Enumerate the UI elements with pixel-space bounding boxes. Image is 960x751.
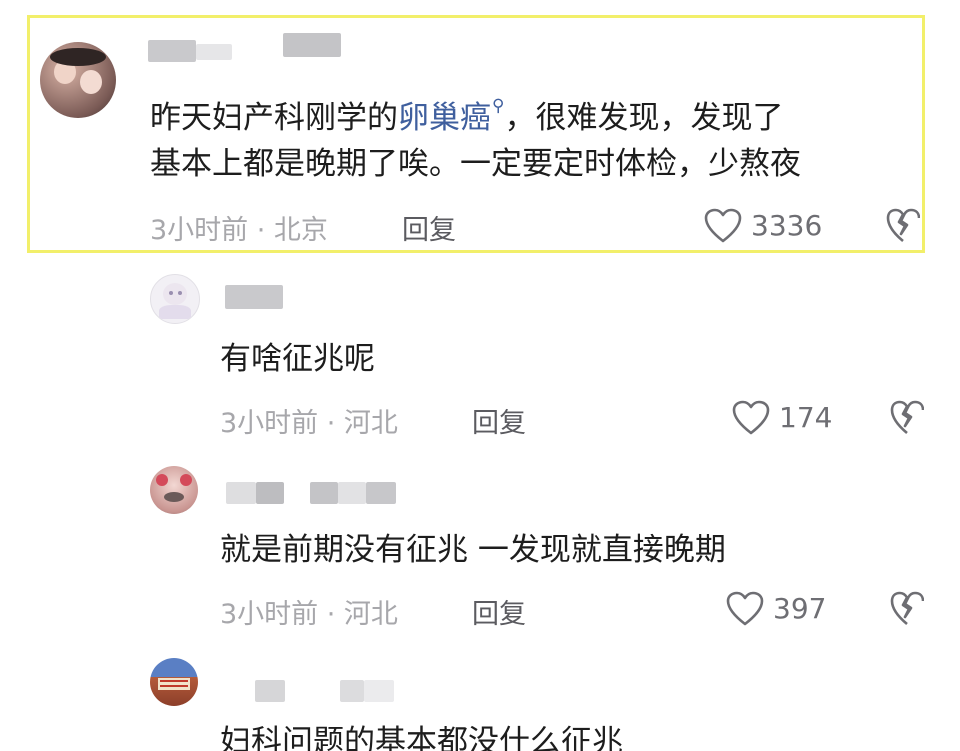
- avatar[interactable]: [150, 658, 198, 706]
- comment-text-line2: 基本上都是晚期了唉。一定要定时体检，少熬夜: [150, 146, 801, 182]
- like-count: 174: [779, 401, 833, 434]
- avatar[interactable]: [40, 42, 116, 118]
- username-redacted: [338, 482, 366, 504]
- comment-meta: 3小时前 · 河北: [220, 599, 398, 630]
- comment-meta: 3小时前 · 河北: [220, 408, 398, 439]
- username-redacted: [366, 482, 396, 504]
- comment-meta: 3小时前 · 北京: [150, 215, 328, 246]
- heart-icon[interactable]: [704, 208, 742, 244]
- badge-redacted: [283, 33, 341, 57]
- broken-heart-icon[interactable]: [886, 208, 920, 244]
- broken-heart-icon[interactable]: [890, 400, 924, 436]
- reply-button[interactable]: 回复: [402, 208, 456, 247]
- reply-button[interactable]: 回复: [472, 401, 526, 440]
- comment-text: 有啥征兆呢: [220, 341, 375, 377]
- like-count: 397: [773, 592, 827, 625]
- username-redacted: [310, 482, 338, 504]
- username-redacted: [256, 482, 284, 504]
- username-redacted: [148, 40, 196, 62]
- comment-text: 就是前期没有征兆 一发现就直接晚期: [220, 532, 726, 568]
- like-count: 3336: [751, 209, 823, 242]
- username-redacted: [225, 285, 283, 309]
- avatar[interactable]: [150, 466, 198, 514]
- username-redacted: [226, 482, 256, 504]
- heart-icon[interactable]: [726, 591, 764, 627]
- avatar[interactable]: [150, 274, 200, 324]
- username-redacted: [340, 680, 364, 702]
- broken-heart-icon[interactable]: [890, 591, 924, 627]
- comment-text: 昨天妇产科刚学的卵巢癌⚲，很难发现，发现了: [150, 96, 784, 136]
- username-redacted: [364, 680, 394, 702]
- username-redacted: [196, 44, 232, 60]
- reply-button[interactable]: 回复: [472, 592, 526, 631]
- comment-thread: 昨天妇产科刚学的卵巢癌⚲，很难发现，发现了 基本上都是晚期了唉。一定要定时体检，…: [0, 0, 960, 751]
- username-redacted: [255, 680, 285, 702]
- search-icon[interactable]: ⚲: [492, 96, 504, 116]
- heart-icon[interactable]: [732, 400, 770, 436]
- keyword-link[interactable]: 卵巢癌: [398, 100, 491, 136]
- comment-text: 妇科问题的基本都没什么征兆: [220, 724, 623, 751]
